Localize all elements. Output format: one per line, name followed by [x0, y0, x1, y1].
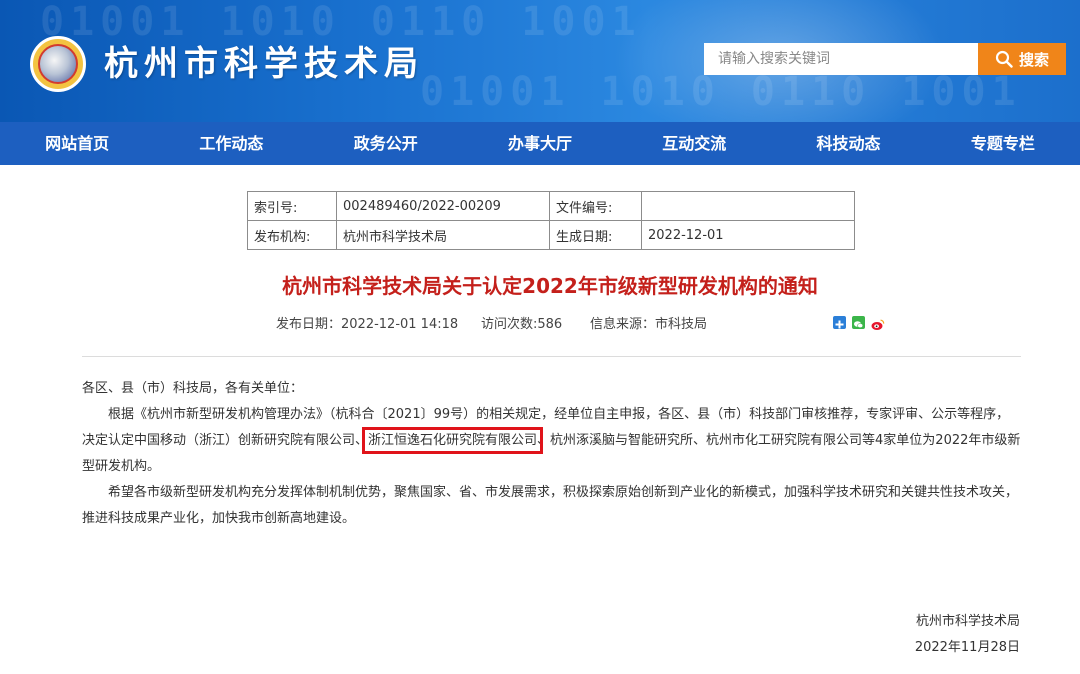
wechat-icon[interactable]	[852, 316, 865, 329]
table-row: 发布机构: 杭州市科学技术局 生成日期: 2022-12-01	[247, 220, 855, 250]
search-icon	[995, 50, 1013, 68]
paragraph-2: 希望各市级新型研发机构充分发挥体制机制优势，聚焦国家、省、市发展需求，积极探索原…	[82, 485, 1019, 526]
index-value: 002489460/2022-00209	[336, 191, 550, 221]
emblem-logo-icon[interactable]	[30, 36, 86, 92]
info-source: 信息来源：市科技局	[590, 317, 708, 332]
publish-date: 发布日期：2022-12-01 14:18	[276, 317, 459, 332]
table-row: 索引号: 002489460/2022-00209 文件编号:	[247, 191, 855, 221]
publisher-value: 杭州市科学技术局	[336, 220, 550, 250]
doc-no-label: 文件编号:	[549, 191, 642, 221]
weibo-icon[interactable]	[871, 316, 885, 330]
nav-item-special-topics[interactable]: 专题专栏	[926, 122, 1080, 165]
content-divider	[82, 356, 1021, 357]
main-nav: 网站首页 工作动态 政务公开 办事大厅 互动交流 科技动态 专题专栏	[0, 122, 1080, 165]
highlighted-company: 浙江恒逸石化研究院有限公司	[362, 427, 544, 454]
signature-date: 2022年11月28日	[914, 640, 1020, 655]
share-plus-icon[interactable]	[833, 316, 846, 329]
date-value: 2022-12-01	[641, 220, 855, 250]
search-button-label: 搜索	[1018, 50, 1049, 69]
article-body: 各区、县（市）科技局，各有关单位： 根据《杭州市新型研发机构管理办法》（杭科合〔…	[82, 376, 1022, 532]
site-title[interactable]: 杭州市科学技术局	[104, 40, 424, 88]
nav-item-home[interactable]: 网站首页	[0, 122, 154, 165]
nav-item-gov-affairs[interactable]: 政务公开	[309, 122, 463, 165]
paragraph-1: 根据《杭州市新型研发机构管理办法》（杭科合〔2021〕99号）的相关规定，经单位…	[82, 402, 1022, 480]
publisher-label: 发布机构:	[247, 220, 337, 250]
nav-item-tech-news[interactable]: 科技动态	[771, 122, 925, 165]
nav-item-interaction[interactable]: 互动交流	[617, 122, 771, 165]
salutation: 各区、县（市）科技局，各有关单位：	[82, 381, 304, 396]
nav-item-work-news[interactable]: 工作动态	[154, 122, 308, 165]
doc-no-value	[641, 191, 855, 221]
document-meta-table: 索引号: 002489460/2022-00209 文件编号: 发布机构: 杭州…	[247, 191, 855, 250]
index-label: 索引号:	[247, 191, 337, 221]
search-input[interactable]	[704, 43, 978, 75]
header-deco-text: 01001 1010 0110 1001	[40, 0, 642, 45]
date-label: 生成日期:	[549, 220, 642, 250]
nav-item-service-hall[interactable]: 办事大厅	[463, 122, 617, 165]
site-header: 01001 1010 0110 1001 01001 1010 0110 100…	[0, 0, 1080, 122]
signature-org: 杭州市科学技术局	[915, 614, 1020, 629]
header-deco-text: 01001 1010 0110 1001	[420, 69, 1022, 115]
article-title: 杭州市科学技术局关于认定2022年市级新型研发机构的通知	[282, 274, 818, 298]
search-button[interactable]: 搜索	[978, 43, 1066, 75]
visit-count: 访问次数:586	[481, 317, 563, 332]
